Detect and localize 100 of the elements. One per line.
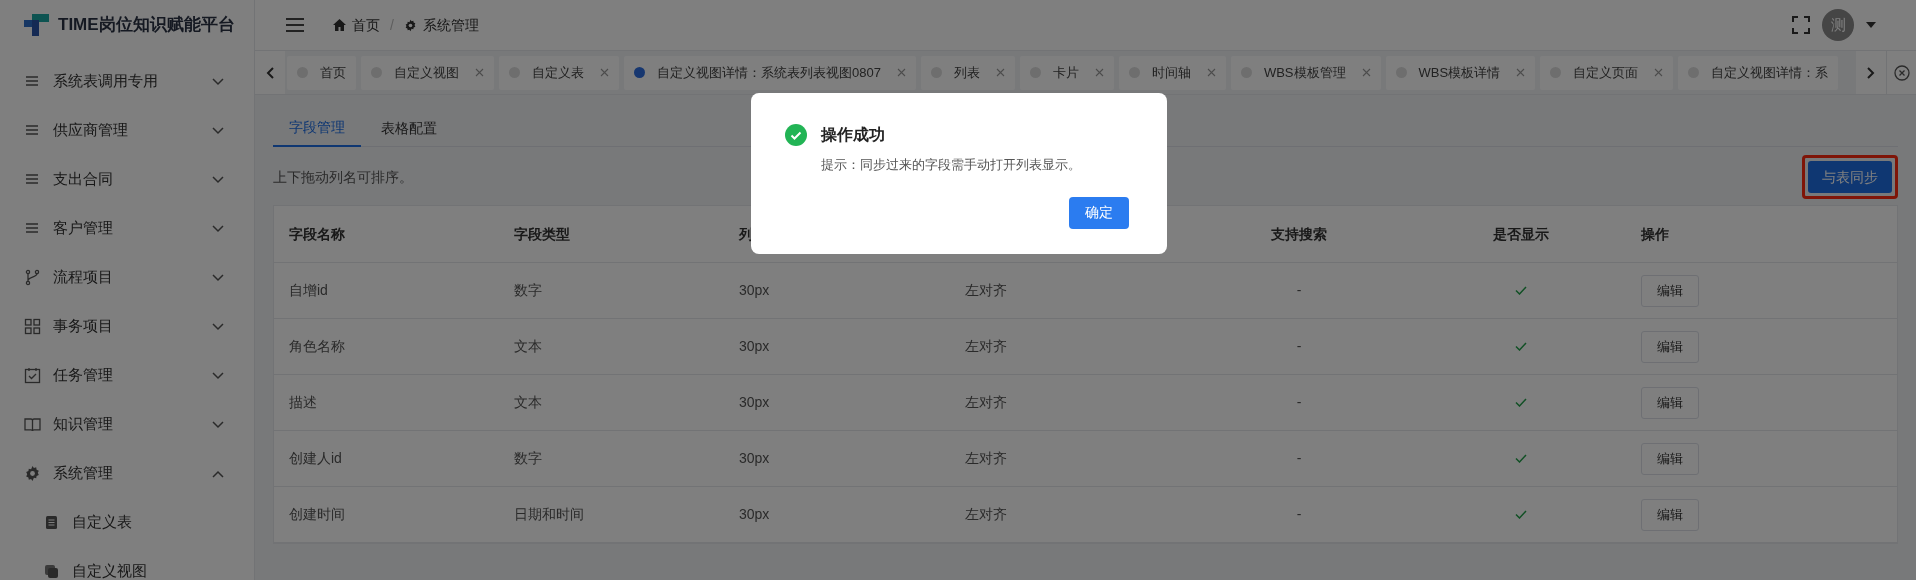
breadcrumb-item[interactable]: 首页 [333,14,380,36]
subtab[interactable]: 表格配置 [365,109,453,147]
edit-button[interactable]: 编辑 [1641,386,1699,419]
logo-icon [24,14,50,36]
tab[interactable]: 自定义视图详情：系 [1678,55,1839,90]
breadcrumb-item[interactable]: 系统管理 [403,14,479,36]
chevron-down-icon [212,420,224,429]
edit-button[interactable]: 编辑 [1641,274,1699,307]
sidebar-item[interactable]: 支出合同 [0,155,254,204]
table-cell: 30px [739,450,770,466]
close-icon[interactable] [1361,68,1371,77]
tab[interactable]: 时间轴 [1118,55,1226,90]
table-cell: 左对齐 [965,506,1007,522]
table-cell: 30px [739,282,770,298]
dialog-title: 操作成功 [821,125,885,145]
sidebar-item[interactable]: 流程项目 [0,253,254,302]
fullscreen-icon[interactable] [1792,16,1810,34]
tab-label: 卡片 [1052,63,1079,82]
table-cell: 左对齐 [965,282,1007,298]
close-icon[interactable] [995,68,1005,77]
chevron-down-icon [212,371,224,380]
confirm-button[interactable]: 确定 [1069,196,1129,229]
close-icon[interactable] [1516,68,1526,77]
column-header: 字段类型 [514,224,571,244]
table-cell: 角色名称 [289,338,345,354]
close-icon[interactable] [475,68,484,77]
sidebar-subitem[interactable]: 自定义表 [0,498,254,547]
tab-label: WBS模板管理 [1263,63,1346,82]
column-header: 是否显示 [1493,224,1549,244]
table-cell: 描述 [289,394,317,410]
tab[interactable]: WBS模板管理 [1230,55,1381,90]
tab[interactable]: 自定义视图 [361,55,494,90]
stack-icon [43,563,60,580]
edit-button[interactable]: 编辑 [1641,330,1699,363]
table-cell: 日期和时间 [514,506,584,522]
column-header: 操作 [1641,225,1669,242]
table-cell: 数字 [514,450,542,466]
tab[interactable]: 自定义页面 [1540,55,1674,90]
dialog-message: 提示：同步过来的字段需手动打开列表显示。 [821,156,1082,174]
tab[interactable]: 首页 [287,55,356,90]
chevron-down-icon [212,126,224,135]
sidebar-item[interactable]: 系统管理 [0,449,254,498]
sidebar-item[interactable]: 系统表调用专用 [0,57,254,106]
chevron-down-icon [212,175,224,184]
caret-icon[interactable] [1866,22,1876,28]
table-cell: 30px [739,338,770,354]
close-icon[interactable] [600,68,609,77]
table-cell: 数字 [514,282,542,298]
column-header: 字段名称 [289,224,346,244]
tab[interactable]: 自定义表 [499,55,619,90]
chevron-down-icon [212,77,224,86]
grid-icon [24,318,41,335]
tab[interactable]: 列表 [920,55,1015,90]
table-cell: 左对齐 [965,450,1007,466]
sidebar-item[interactable]: 任务管理 [0,351,254,400]
tab-label: 自定义视图 [394,63,459,82]
close-icon[interactable] [896,68,906,77]
table-cell-text: - [1296,337,1302,356]
close-icon[interactable] [1654,68,1664,77]
calendar-check-icon [24,367,41,384]
tab[interactable]: WBS模板详情 [1385,55,1536,90]
close-icon[interactable] [1206,68,1216,77]
chevron-right-icon [1867,66,1875,79]
table-cell: 左对齐 [965,338,1007,354]
sidebar-item[interactable]: 知识管理 [0,400,254,449]
sidebar-item[interactable]: 事务项目 [0,302,254,351]
sidebar-subitem[interactable]: 自定义视图 [0,547,254,580]
table-cell: 自增id [289,282,328,298]
chevron-left-icon [266,66,274,79]
tab-label: 首页 [320,63,346,82]
tab-label: 自定义视图详情：系统表列表视图0807 [657,63,881,82]
table-cell: 创建时间 [289,506,345,522]
tab-label: WBS模板详情 [1418,63,1501,82]
gear-icon [403,18,417,32]
tab-label: 列表 [953,63,980,82]
subtab[interactable]: 字段管理 [273,109,361,147]
hint-text: 上下拖动列名可排序。 [273,167,413,187]
close-icon[interactable] [1094,68,1104,77]
tab-label: 自定义表 [532,63,584,82]
table-cell: 30px [739,394,770,410]
sidebar-item[interactable]: 客户管理 [0,204,254,253]
table-cell: 创建人id [289,450,342,466]
menu-icon[interactable] [285,17,305,33]
table-cell-text: - [1296,505,1302,524]
table-cell-text: - [1296,449,1302,468]
edit-button[interactable]: 编辑 [1641,442,1699,475]
edit-button[interactable]: 编辑 [1641,498,1699,531]
sidebar-item[interactable]: 供应商管理 [0,106,254,155]
gear-icon [24,465,41,482]
sync-button[interactable]: 与表同步 [1808,161,1892,193]
tab[interactable]: 卡片 [1019,55,1114,90]
table-cell-text: - [1296,393,1302,412]
branch-icon [24,269,41,286]
tab[interactable]: 自定义视图详情：系统表列表视图0807 [624,55,916,90]
table-cell-text: - [1296,281,1302,300]
tab-label: 自定义视图详情：系 [1711,63,1829,82]
table-cell: 30px [739,506,770,522]
table-cell: 文本 [514,338,542,354]
book-icon [24,416,41,433]
document-icon [43,514,60,531]
